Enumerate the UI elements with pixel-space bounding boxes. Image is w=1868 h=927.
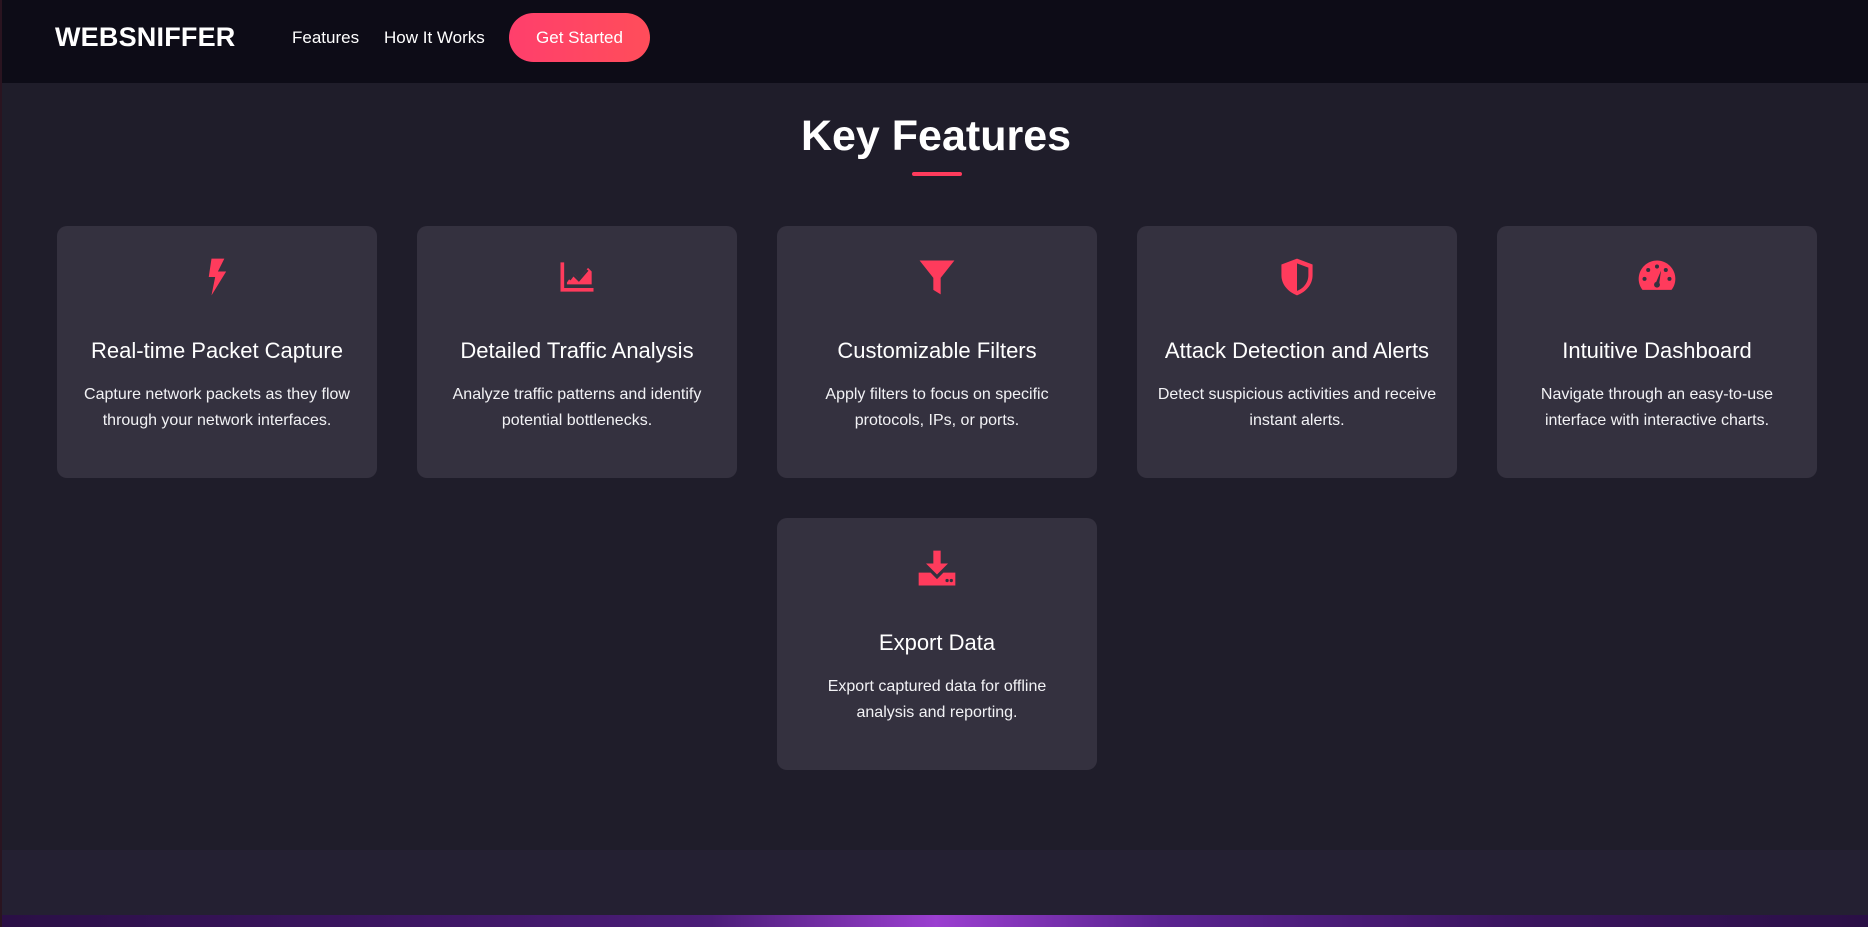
title-underline bbox=[912, 172, 962, 176]
nav-link-how-it-works[interactable]: How It Works bbox=[384, 28, 485, 48]
lightning-bolt-icon bbox=[57, 254, 377, 300]
feature-card-description: Capture network packets as they flow thr… bbox=[84, 386, 350, 429]
area-chart-icon bbox=[417, 254, 737, 300]
feature-card-description: Export captured data for offline analysi… bbox=[827, 678, 1047, 721]
feature-card-packet-capture: Real-time Packet Capture Capture network… bbox=[57, 226, 377, 478]
feature-card-title: Customizable Filters bbox=[837, 338, 1037, 363]
page: WEBSNIFFER Features How It Works Get Sta… bbox=[0, 0, 1868, 927]
feature-card-title: Real-time Packet Capture bbox=[91, 338, 343, 363]
feature-card-dashboard: Intuitive Dashboard Navigate through an … bbox=[1497, 226, 1817, 478]
filter-icon bbox=[777, 254, 1097, 300]
feature-card-attack-detection: Attack Detection and Alerts Detect suspi… bbox=[1137, 226, 1457, 478]
feature-card-title: Export Data bbox=[878, 630, 996, 655]
nav-link-features[interactable]: Features bbox=[292, 28, 359, 48]
feature-card-description: Apply filters to focus on specific proto… bbox=[825, 386, 1049, 429]
feature-card-description: Navigate through an easy-to-use interfac… bbox=[1540, 386, 1774, 429]
feature-card-description: Analyze traffic patterns and identify po… bbox=[452, 386, 702, 429]
feature-card-title: Attack Detection and Alerts bbox=[1164, 338, 1430, 363]
feature-card-title: Intuitive Dashboard bbox=[1562, 338, 1752, 363]
hero-background-strip bbox=[2, 915, 1868, 927]
get-started-button[interactable]: Get Started bbox=[509, 13, 650, 62]
brand-logo[interactable]: WEBSNIFFER bbox=[55, 22, 236, 53]
feature-card-traffic-analysis: Detailed Traffic Analysis Analyze traffi… bbox=[417, 226, 737, 478]
download-icon bbox=[777, 546, 1097, 592]
feature-card-description: Detect suspicious activities and receive… bbox=[1157, 386, 1437, 429]
next-section-band bbox=[2, 850, 1868, 915]
feature-card-filters: Customizable Filters Apply filters to fo… bbox=[777, 226, 1097, 478]
dashboard-gauge-icon bbox=[1497, 254, 1817, 300]
feature-card-title: Detailed Traffic Analysis bbox=[460, 338, 694, 363]
section-title: Key Features bbox=[800, 112, 1072, 160]
feature-card-export-data: Export Data Export captured data for off… bbox=[777, 518, 1097, 770]
shield-icon bbox=[1137, 254, 1457, 300]
navbar: WEBSNIFFER Features How It Works Get Sta… bbox=[2, 0, 1868, 83]
